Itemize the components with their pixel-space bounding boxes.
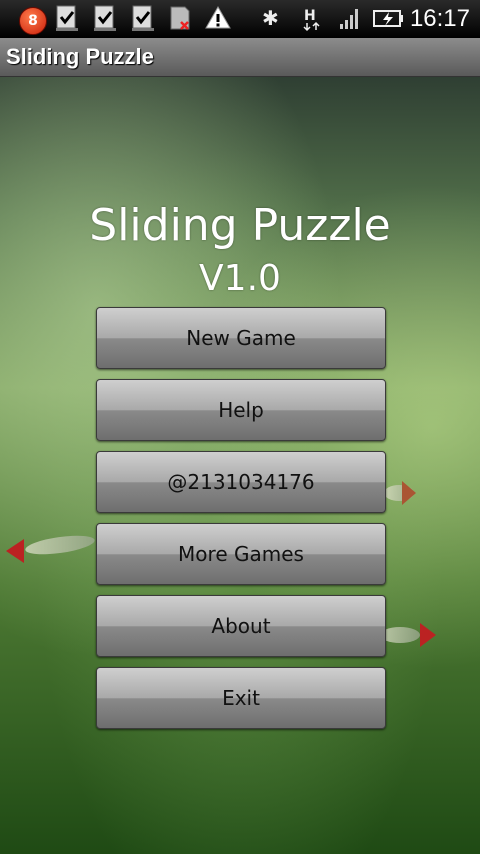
warning-icon: [205, 5, 231, 29]
fish-decoration: [24, 532, 96, 558]
fish-tail-decoration: [402, 481, 416, 505]
about-button[interactable]: About: [96, 595, 386, 657]
hspa-data-icon: H: [303, 8, 320, 32]
app-title: Sliding Puzzle: [6, 44, 154, 69]
about-label: About: [211, 614, 271, 638]
sd-card-removed-icon: [170, 6, 190, 30]
new-game-button[interactable]: New Game: [96, 307, 386, 369]
notification-count: 8: [28, 13, 38, 29]
app-title-bar: Sliding Puzzle: [0, 38, 480, 77]
new-game-label: New Game: [186, 326, 296, 350]
more-games-button[interactable]: More Games: [96, 523, 386, 585]
fish-tail-decoration: [420, 623, 436, 647]
fish-decoration: [380, 627, 420, 643]
fish-tail-decoration: [6, 539, 24, 563]
exit-label: Exit: [222, 686, 260, 710]
download-done-icon: [94, 5, 116, 31]
notification-badge-icon[interactable]: 8: [19, 7, 47, 35]
more-games-label: More Games: [178, 542, 304, 566]
help-button[interactable]: Help: [96, 379, 386, 441]
clock: 16:17: [409, 5, 470, 32]
download-done-icon: [56, 5, 78, 31]
version-label: V1.0: [199, 258, 281, 299]
download-done-icon: [132, 5, 154, 31]
game-heading: Sliding Puzzle: [89, 200, 391, 251]
resource-id-label: @2131034176: [167, 470, 315, 494]
signal-icon: [340, 9, 358, 29]
svg-text:H: H: [304, 8, 316, 24]
battery-charging-icon: [373, 10, 403, 27]
status-bar: 8 ✱ H 16:17: [0, 0, 480, 38]
bluetooth-icon: ✱: [262, 6, 279, 30]
resource-id-button[interactable]: @2131034176: [96, 451, 386, 513]
exit-button[interactable]: Exit: [96, 667, 386, 729]
help-label: Help: [218, 398, 264, 422]
